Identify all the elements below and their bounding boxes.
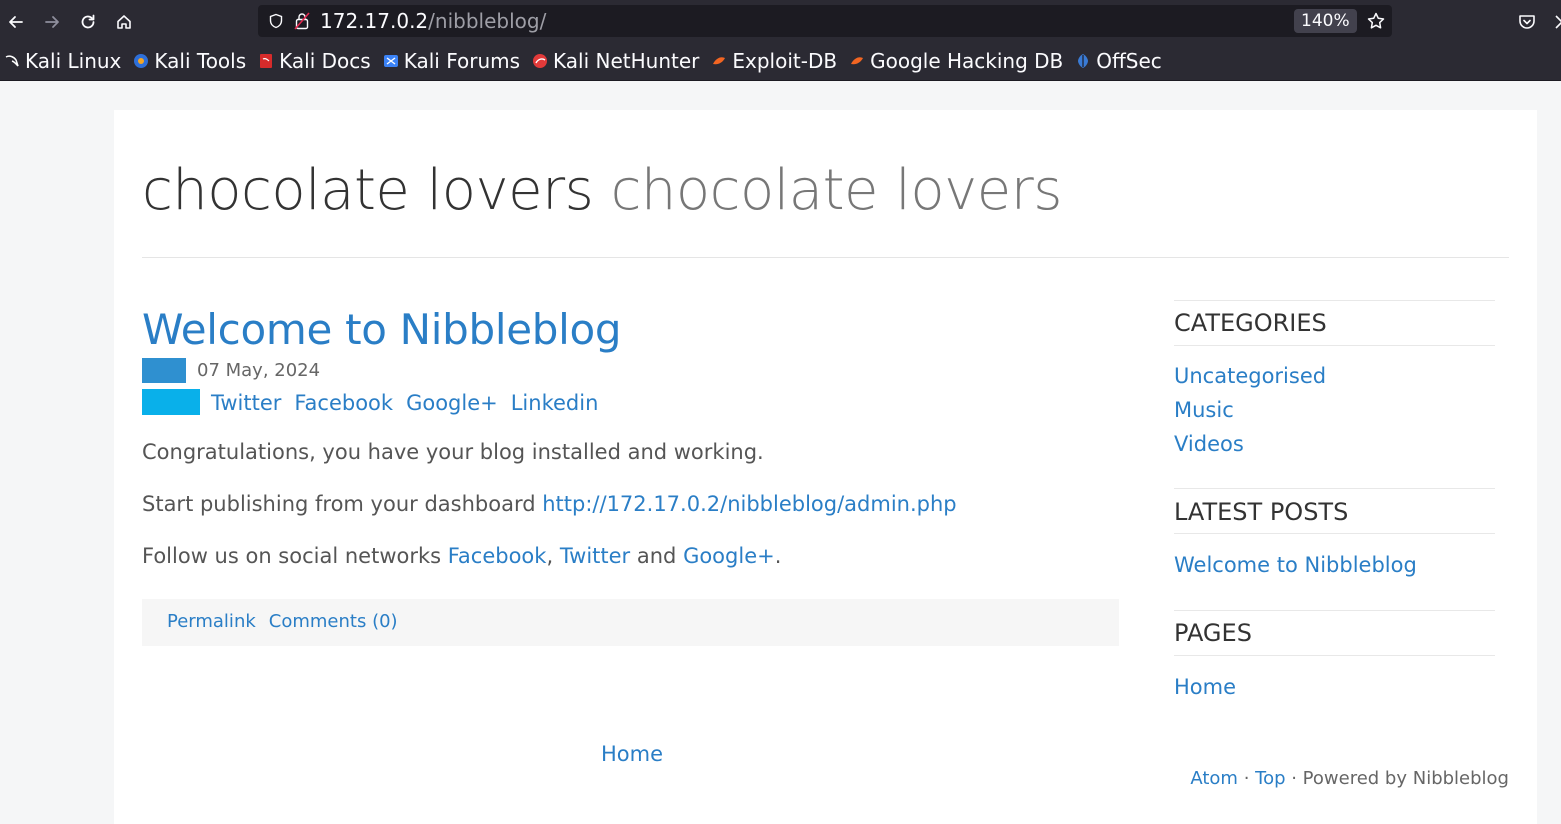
bookmark-label: Kali NetHunter (553, 49, 700, 73)
atom-feed-link[interactable]: Atom (1190, 768, 1238, 789)
share-twitter-link[interactable]: Twitter (211, 389, 281, 417)
kali-nethunter-icon (533, 54, 548, 68)
arrow-right-icon (45, 16, 59, 28)
admin-dashboard-link[interactable]: http://172.17.0.2/nibbleblog/admin.php (542, 492, 956, 516)
bookmark-label: Kali Docs (279, 49, 371, 73)
back-to-top-link[interactable]: Top (1255, 768, 1285, 789)
latest-posts-heading: LATEST POSTS (1174, 498, 1349, 526)
permalink-link[interactable]: Permalink (167, 609, 256, 635)
kali-docs-icon (260, 54, 273, 68)
overflow-menu-icon[interactable] (1553, 12, 1561, 32)
bookmark-label: Kali Forums (403, 49, 521, 73)
sidebar-divider (1174, 488, 1495, 489)
kali-dragon-icon (5, 55, 19, 67)
googleplus-link[interactable]: Google+ (683, 544, 775, 568)
bookmark-label: Exploit-DB (732, 49, 838, 73)
latest-post-link[interactable]: Welcome to Nibbleblog (1174, 551, 1417, 579)
bookmark-offsec[interactable]: OffSec (1075, 49, 1162, 73)
insecure-lock-icon[interactable] (294, 12, 310, 30)
bookmark-kali-forums[interactable]: Kali Forums (383, 49, 520, 73)
bookmark-kali-nethunter[interactable]: Kali NetHunter (532, 49, 699, 73)
site-header: chocolate lovers chocolate lovers (142, 156, 1062, 226)
paragraph-text: Follow us on social networks (142, 544, 448, 568)
share-links: Twitter Facebook Google+ Linkedin (211, 389, 598, 417)
site-title[interactable]: chocolate lovers (142, 158, 594, 223)
offsec-icon (1078, 54, 1089, 68)
comments-link[interactable]: Comments (0) (269, 609, 398, 635)
footer-credits: Atom · Top · Powered by Nibbleblog (1190, 767, 1509, 791)
bookmark-google-hacking-db[interactable]: Google Hacking DB (849, 49, 1063, 73)
category-videos[interactable]: Videos (1174, 430, 1244, 458)
browser-toolbar: 172.17.0.2/nibbleblog/ 140% Kali Linux K… (0, 0, 1561, 81)
back-button[interactable] (2, 8, 30, 36)
url-text[interactable]: 172.17.0.2/nibbleblog/ (320, 8, 546, 34)
sidebar-divider (1174, 533, 1495, 534)
bookmark-star-icon[interactable] (1366, 11, 1386, 31)
pocket-icon[interactable] (1517, 12, 1537, 32)
address-bar[interactable]: 172.17.0.2/nibbleblog/ 140% (258, 5, 1392, 37)
separator: , (546, 544, 560, 568)
sidebar-divider (1174, 655, 1495, 656)
bookmarks-toolbar: Kali Linux Kali Tools Kali Docs Kali For… (0, 44, 1174, 78)
share-badge (142, 389, 200, 415)
home-button[interactable] (110, 8, 138, 36)
bookmark-label: Google Hacking DB (870, 49, 1064, 73)
header-divider (142, 257, 1509, 258)
bookmark-label: Kali Linux (25, 49, 122, 73)
bookmark-kali-tools[interactable]: Kali Tools (133, 49, 246, 73)
sidebar-divider (1174, 345, 1495, 346)
pages-heading: PAGES (1174, 619, 1252, 647)
blog-container: chocolate lovers chocolate lovers Welcom… (114, 110, 1537, 824)
share-linkedin-link[interactable]: Linkedin (511, 389, 599, 417)
home-icon (117, 15, 131, 29)
site-slogan: chocolate lovers (610, 158, 1063, 223)
separator: · (1237, 768, 1256, 789)
share-googleplus-link[interactable]: Google+ (406, 389, 498, 417)
post-title[interactable]: Welcome to Nibbleblog (142, 304, 622, 356)
facebook-link[interactable]: Facebook (448, 544, 547, 568)
post-footer: Permalink Comments (0) (142, 599, 1119, 646)
categories-heading: CATEGORIES (1174, 309, 1327, 337)
category-uncategorised[interactable]: Uncategorised (1174, 362, 1326, 390)
exploit-db-icon (713, 57, 726, 65)
separator: and (630, 544, 684, 568)
kali-tools-icon (134, 54, 149, 68)
category-music[interactable]: Music (1174, 396, 1234, 424)
powered-by-text: · Powered by Nibbleblog (1285, 768, 1509, 789)
tracking-shield-icon[interactable] (268, 13, 284, 29)
reload-icon (81, 14, 95, 29)
arrow-left-icon (9, 16, 23, 28)
post-date: 07 May, 2024 (197, 360, 321, 381)
post-paragraph-2: Start publishing from your dashboard htt… (142, 490, 957, 518)
url-path: /nibbleblog/ (428, 9, 547, 33)
post-paragraph-1: Congratulations, you have your blog inst… (142, 440, 764, 464)
url-host: 172.17.0.2 (320, 9, 429, 33)
post-paragraph-3: Follow us on social networks Facebook, T… (142, 542, 781, 570)
sidebar-divider (1174, 610, 1495, 611)
zoom-indicator[interactable]: 140% (1294, 9, 1357, 33)
bookmark-kali-docs[interactable]: Kali Docs (258, 49, 371, 73)
twitter-link[interactable]: Twitter (560, 544, 630, 568)
bookmark-label: OffSec (1096, 49, 1162, 73)
date-badge (142, 358, 186, 383)
paragraph-text: Start publishing from your dashboard (142, 492, 543, 516)
bookmark-exploit-db[interactable]: Exploit-DB (711, 49, 837, 73)
page-home-link[interactable]: Home (1174, 673, 1236, 701)
forward-button[interactable] (38, 8, 66, 36)
bookmark-kali-linux[interactable]: Kali Linux (4, 49, 121, 73)
period: . (774, 544, 782, 568)
pager-home-link[interactable]: Home (601, 740, 663, 768)
reload-button[interactable] (74, 8, 102, 36)
sidebar-divider (1174, 300, 1495, 301)
share-facebook-link[interactable]: Facebook (294, 389, 393, 417)
ghdb-icon (851, 57, 864, 65)
bookmark-label: Kali Tools (154, 49, 247, 73)
kali-forums-icon (383, 55, 398, 67)
